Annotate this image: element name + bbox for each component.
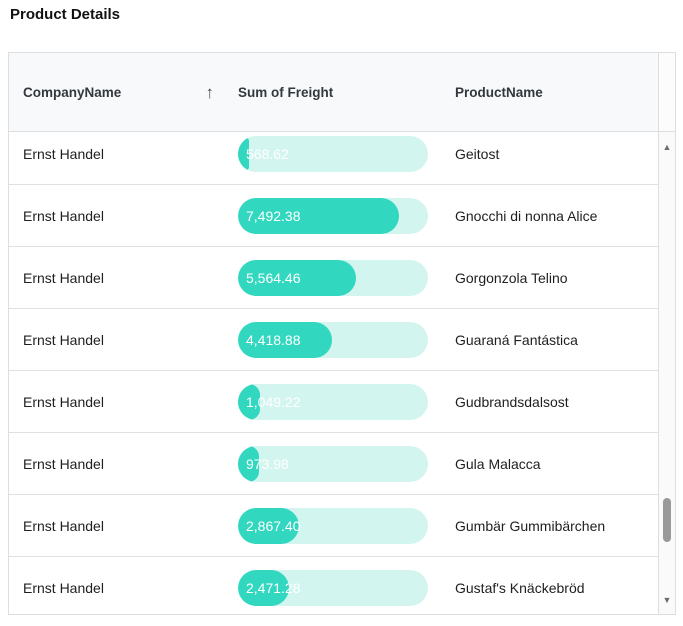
grid-body: Ernst Handel 568.62 Geitost Ernst Handel… xyxy=(9,132,658,614)
freight-value: 4,418.88 xyxy=(246,332,301,348)
product-cell: Gnocchi di nonna Alice xyxy=(441,208,658,224)
freight-bar-track: 4,418.88 xyxy=(238,322,428,358)
freight-bar-track: 973.98 xyxy=(238,446,428,482)
freight-value: 5,564.46 xyxy=(246,270,301,286)
freight-cell: 568.62 xyxy=(224,136,441,172)
freight-cell: 4,418.88 xyxy=(224,322,441,358)
company-cell: Ernst Handel xyxy=(9,518,224,534)
column-header-productname[interactable]: ProductName xyxy=(441,85,658,100)
product-cell: Gustaf's Knäckebröd xyxy=(441,580,658,596)
freight-value: 973.98 xyxy=(246,456,289,472)
column-header-companyname[interactable]: CompanyName ↑ xyxy=(9,84,224,101)
table-row[interactable]: Ernst Handel 973.98 Gula Malacca xyxy=(9,433,658,495)
pivot-grid: CompanyName ↑ Sum of Freight ProductName… xyxy=(8,52,676,615)
freight-value: 568.62 xyxy=(246,146,289,162)
product-cell: Gula Malacca xyxy=(441,456,658,472)
grid-header-row: CompanyName ↑ Sum of Freight ProductName xyxy=(9,53,675,132)
freight-bar-track: 2,867.40 xyxy=(238,508,428,544)
company-cell: Ernst Handel xyxy=(9,146,224,162)
freight-bar-track: 5,564.46 xyxy=(238,260,428,296)
company-cell: Ernst Handel xyxy=(9,332,224,348)
column-header-companyname-label: CompanyName xyxy=(23,85,121,100)
table-row[interactable]: Ernst Handel 4,418.88 Guaraná Fantástica xyxy=(9,309,658,371)
product-cell: Geitost xyxy=(441,146,658,162)
sort-ascending-icon[interactable]: ↑ xyxy=(206,84,215,101)
freight-cell: 1,049.22 xyxy=(224,384,441,420)
table-row[interactable]: Ernst Handel 7,492.38 Gnocchi di nonna A… xyxy=(9,185,658,247)
table-row[interactable]: Ernst Handel 2,867.40 Gumbär Gummibärche… xyxy=(9,495,658,557)
freight-value: 7,492.38 xyxy=(246,208,301,224)
freight-cell: 973.98 xyxy=(224,446,441,482)
freight-cell: 7,492.38 xyxy=(224,198,441,234)
company-cell: Ernst Handel xyxy=(9,580,224,596)
freight-cell: 2,471.28 xyxy=(224,570,441,606)
freight-bar-track: 1,049.22 xyxy=(238,384,428,420)
column-header-sum-of-freight[interactable]: Sum of Freight xyxy=(224,85,441,100)
product-cell: Gudbrandsdalsost xyxy=(441,394,658,410)
company-cell: Ernst Handel xyxy=(9,394,224,410)
table-row[interactable]: Ernst Handel 2,471.28 Gustaf's Knäckebrö… xyxy=(9,557,658,614)
table-row[interactable]: Ernst Handel 1,049.22 Gudbrandsdalsost xyxy=(9,371,658,433)
page-title: Product Details xyxy=(10,6,120,23)
freight-bar-track: 7,492.38 xyxy=(238,198,428,234)
company-cell: Ernst Handel xyxy=(9,270,224,286)
vertical-scrollbar[interactable]: ▲ ▼ xyxy=(658,132,675,614)
table-row[interactable]: Ernst Handel 5,564.46 Gorgonzola Telino xyxy=(9,247,658,309)
product-cell: Gorgonzola Telino xyxy=(441,270,658,286)
freight-cell: 5,564.46 xyxy=(224,260,441,296)
scroll-down-button[interactable]: ▼ xyxy=(659,595,675,605)
scrollbar-thumb[interactable] xyxy=(663,498,671,542)
freight-value: 1,049.22 xyxy=(246,394,301,410)
grid-viewport: Ernst Handel 568.62 Geitost Ernst Handel… xyxy=(9,132,658,614)
product-cell: Gumbär Gummibärchen xyxy=(441,518,658,534)
product-cell: Guaraná Fantástica xyxy=(441,332,658,348)
company-cell: Ernst Handel xyxy=(9,208,224,224)
header-scroll-spacer xyxy=(658,53,675,131)
scroll-up-button[interactable]: ▲ xyxy=(659,142,675,152)
freight-bar-track: 2,471.28 xyxy=(238,570,428,606)
freight-cell: 2,867.40 xyxy=(224,508,441,544)
table-row[interactable]: Ernst Handel 568.62 Geitost xyxy=(9,132,658,185)
company-cell: Ernst Handel xyxy=(9,456,224,472)
freight-bar-track: 568.62 xyxy=(238,136,428,172)
freight-value: 2,471.28 xyxy=(246,580,301,596)
freight-value: 2,867.40 xyxy=(246,518,301,534)
